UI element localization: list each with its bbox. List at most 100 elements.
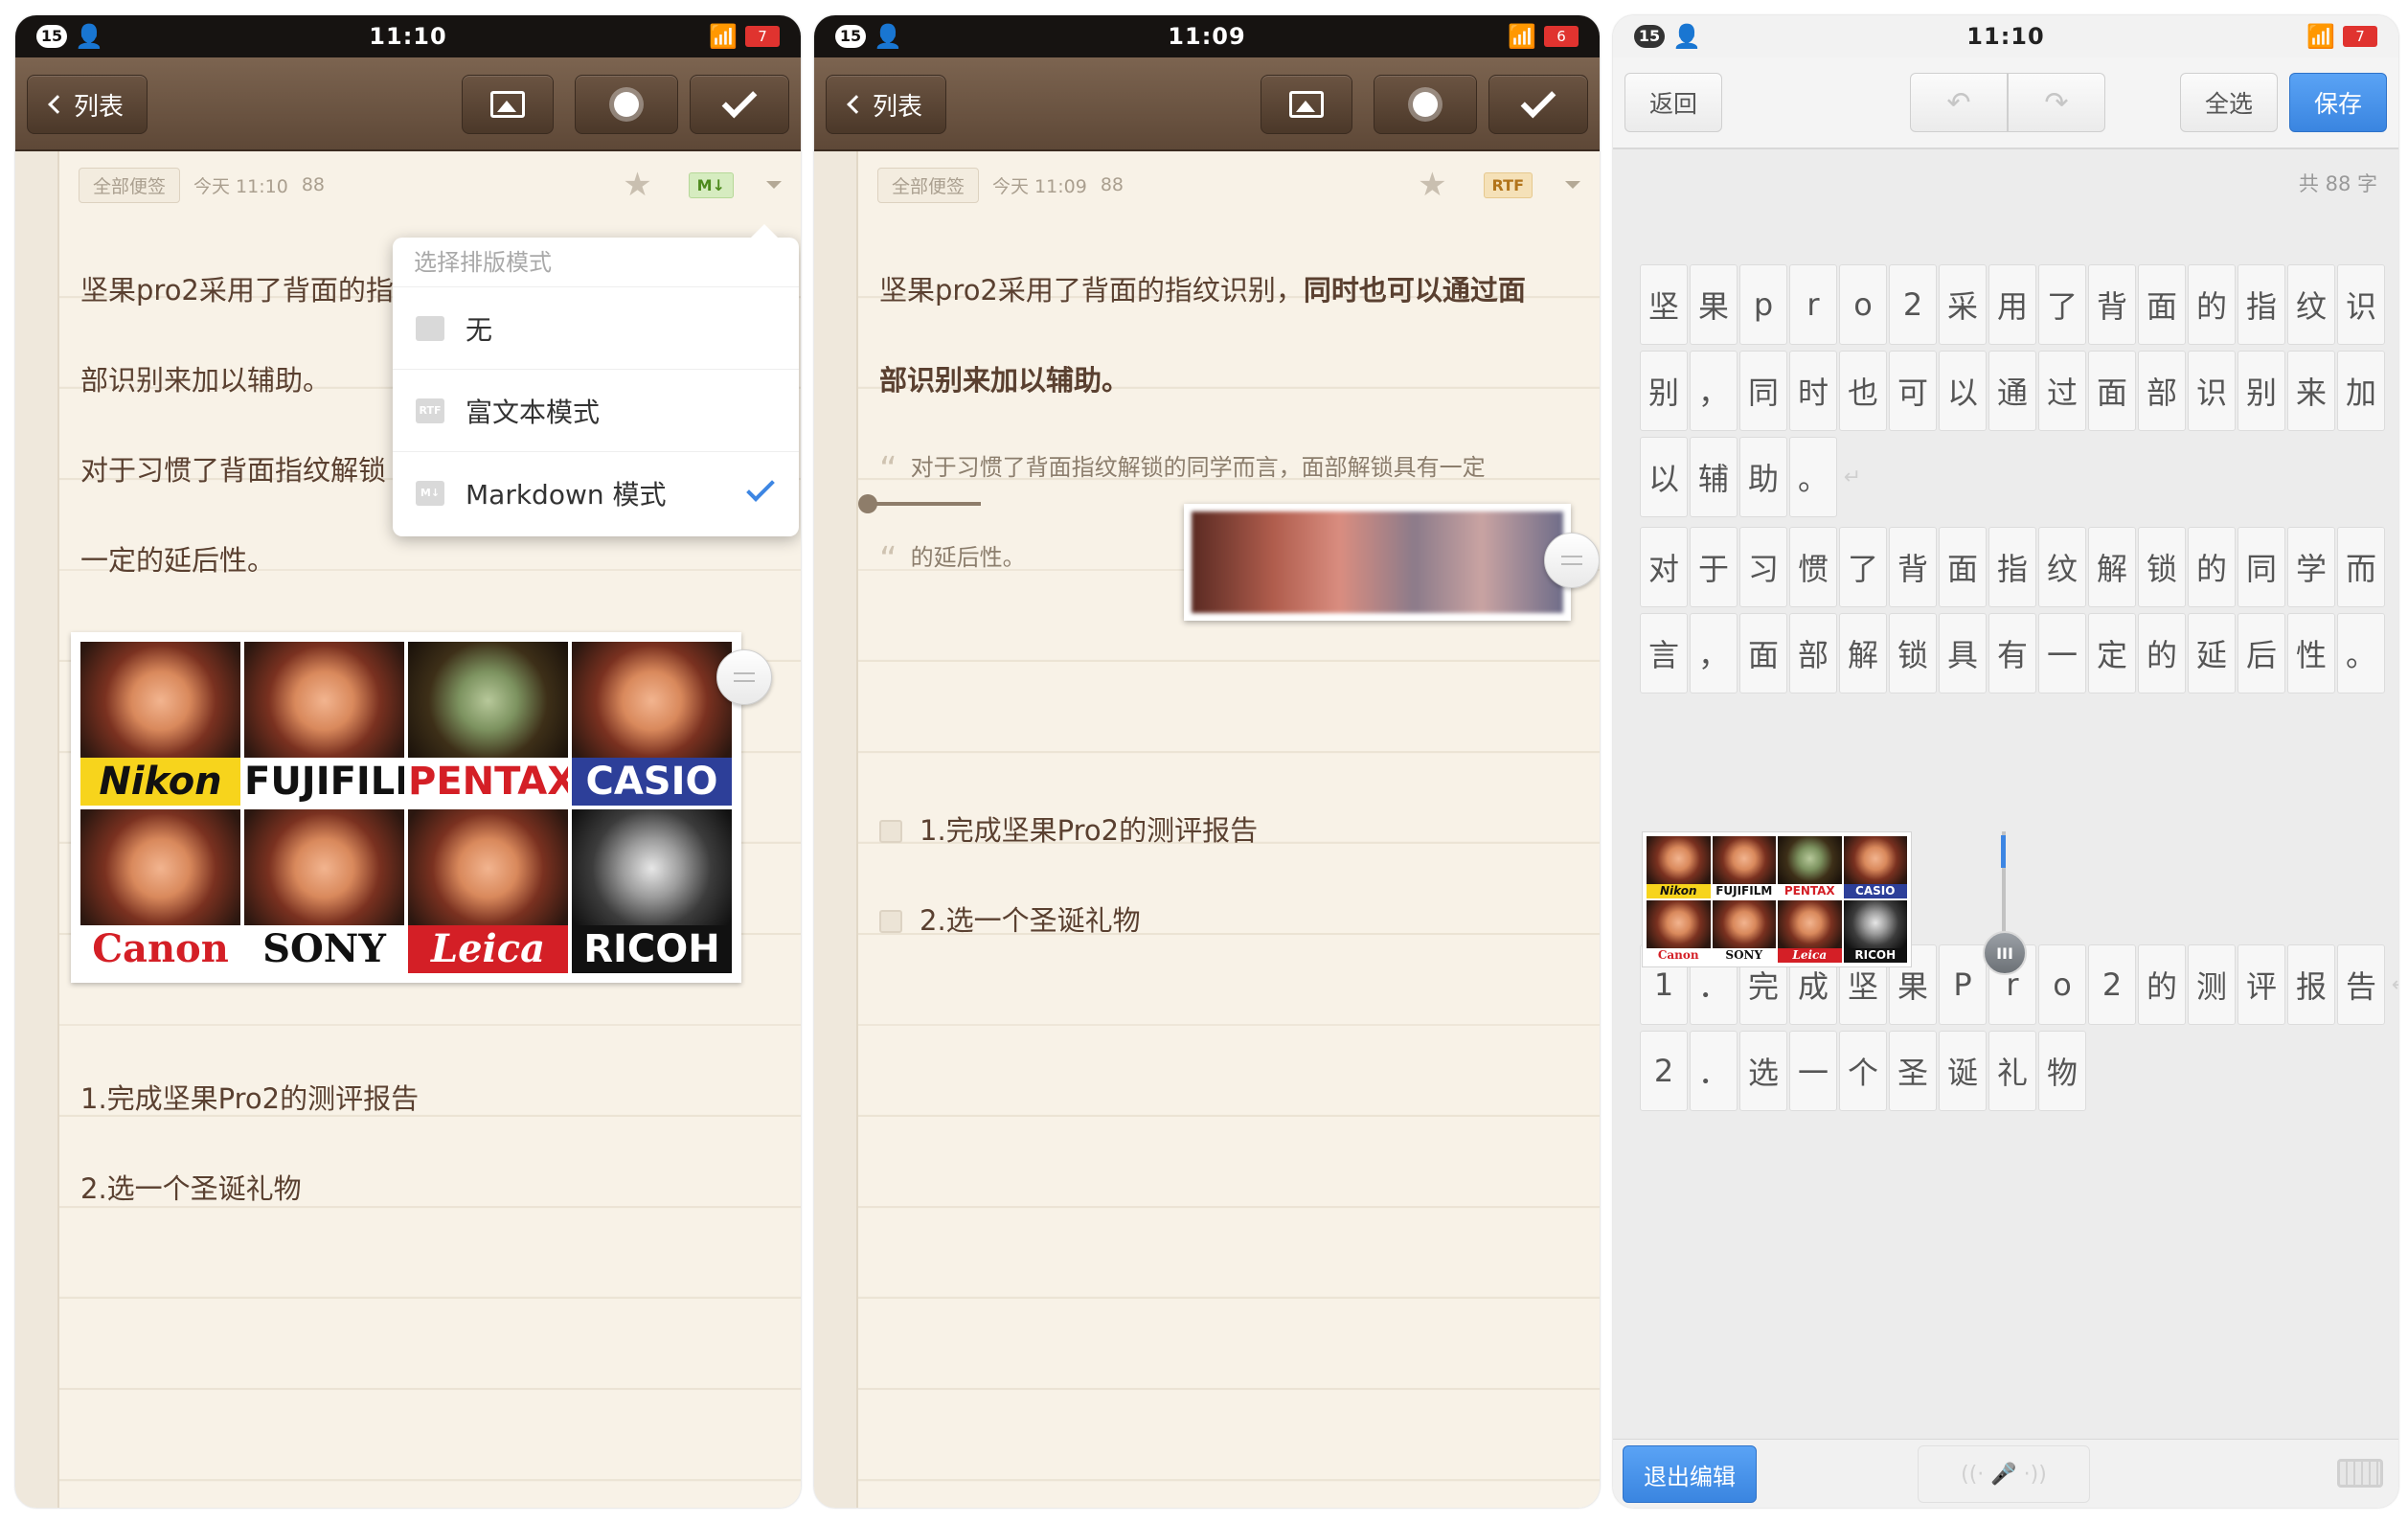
character-cell[interactable]: 别 [1640, 351, 1688, 431]
character-cell[interactable]: 诞 [1939, 1031, 1987, 1111]
camera-mascot-image[interactable]: NikonFUJIFILMPENTAXCASIO CanonSONYLeicaRI… [71, 632, 741, 983]
character-cell[interactable]: 选 [1739, 1031, 1787, 1111]
character-cell[interactable]: 过 [2038, 351, 2086, 431]
character-cell[interactable]: 礼 [1988, 1031, 2036, 1111]
character-cell[interactable]: 纹 [2287, 264, 2335, 345]
note-line[interactable]: 部识别来加以辅助。 [80, 358, 330, 398]
format-option-none[interactable]: 无 [393, 287, 799, 370]
character-cell[interactable]: r [1789, 264, 1837, 345]
image-slider-handle[interactable] [858, 494, 877, 513]
character-cell[interactable]: P [1939, 944, 1987, 1025]
note-line[interactable]: 坚果pro2采用了背面的指 [80, 268, 394, 308]
character-cell[interactable]: 学 [2287, 527, 2335, 607]
select-all-button[interactable]: 全选 [2180, 73, 2278, 132]
drag-knob[interactable]: III [1983, 931, 2027, 975]
character-cell[interactable]: 而 [2337, 527, 2385, 607]
character-cell[interactable]: 惯 [1789, 527, 1837, 607]
theme-button[interactable] [575, 75, 678, 134]
star-icon[interactable]: ★ [1418, 169, 1446, 201]
character-cell[interactable]: 背 [2088, 264, 2136, 345]
character-cell[interactable]: 性 [2287, 613, 2335, 693]
format-option-markdown[interactable]: M↓ Markdown 模式 [393, 452, 799, 534]
character-cell[interactable]: 评 [2238, 944, 2285, 1025]
character-cell[interactable]: 。 [2337, 613, 2385, 693]
character-cell[interactable]: 面 [1739, 613, 1787, 693]
character-cell[interactable]: 的 [2138, 613, 2186, 693]
character-cell[interactable]: 别 [2238, 351, 2285, 431]
character-cell[interactable]: 解 [2088, 527, 2136, 607]
character-cell[interactable]: 2 [1889, 264, 1937, 345]
character-cell[interactable]: 言 [1640, 613, 1688, 693]
todo-checkbox[interactable] [879, 910, 902, 933]
todo-item[interactable]: 1.完成坚果Pro2的测评报告 [879, 808, 1258, 849]
character-cell[interactable]: 于 [1690, 527, 1738, 607]
insert-image-button[interactable] [1261, 75, 1352, 134]
list-item[interactable]: 1.完成坚果Pro2的测评报告 [80, 1077, 419, 1117]
caret-down-icon[interactable] [766, 181, 782, 189]
insert-image-button[interactable] [462, 75, 554, 134]
character-cell[interactable]: o [2038, 944, 2086, 1025]
save-button[interactable]: 保存 [2289, 73, 2387, 132]
caret-down-icon[interactable] [1565, 181, 1580, 189]
character-cell[interactable]: 通 [1988, 351, 2036, 431]
character-cell[interactable]: 告 [2337, 944, 2385, 1025]
character-cell[interactable]: 解 [1839, 613, 1887, 693]
character-cell[interactable]: ． [1690, 1031, 1738, 1111]
category-selector[interactable]: 全部便签 [877, 167, 980, 203]
character-cell[interactable]: 指 [1988, 527, 2036, 607]
character-cell[interactable]: 定 [2088, 613, 2136, 693]
redo-button[interactable]: ↷ [2008, 73, 2105, 132]
note-line-bold[interactable]: 部识别来加以辅助。 [879, 358, 1129, 398]
character-cell[interactable]: 同 [2238, 527, 2285, 607]
quote-line[interactable]: “ 对于习惯了背面指纹解锁的同学而言，面部解锁具有一定 [879, 448, 1486, 489]
character-cell[interactable]: 的 [2138, 944, 2186, 1025]
note-line[interactable]: 一定的延后性。 [80, 538, 275, 579]
format-badge[interactable]: M↓ [688, 171, 734, 198]
character-cell[interactable]: 的 [2188, 264, 2236, 345]
character-cell[interactable]: 来 [2287, 351, 2335, 431]
back-to-list-button[interactable]: 列表 [826, 75, 946, 134]
character-cell[interactable]: 了 [2038, 264, 2086, 345]
newline-icon[interactable]: ↵ [2387, 944, 2398, 1025]
character-cell[interactable]: ， [1690, 351, 1738, 431]
character-cell[interactable]: 纹 [2038, 527, 2086, 607]
character-cell[interactable]: 2 [1640, 1031, 1688, 1111]
newline-icon[interactable]: ↵ [1839, 437, 1866, 517]
character-cell[interactable]: 面 [1939, 527, 1987, 607]
done-button[interactable] [690, 75, 789, 134]
microphone-button[interactable]: ((· 🎤 ·)) [1918, 1445, 2090, 1503]
keyboard-icon[interactable] [2337, 1459, 2383, 1488]
character-cell[interactable]: 。 [1789, 437, 1837, 517]
character-cell[interactable]: 辅 [1690, 437, 1738, 517]
character-cell[interactable]: 物 [2038, 1031, 2086, 1111]
character-cell[interactable]: 用 [1988, 264, 2036, 345]
character-cell[interactable]: 报 [2287, 944, 2335, 1025]
character-cell[interactable]: 面 [2138, 264, 2186, 345]
undo-button[interactable]: ↶ [1910, 73, 2008, 132]
character-cell[interactable]: 采 [1939, 264, 1987, 345]
character-cell[interactable]: 对 [1640, 527, 1688, 607]
character-cell[interactable]: 锁 [1889, 613, 1937, 693]
character-cell[interactable]: 了 [1839, 527, 1887, 607]
category-selector[interactable]: 全部便签 [79, 167, 181, 203]
back-button[interactable]: 返回 [1624, 73, 1722, 132]
character-cell[interactable]: 可 [1889, 351, 1937, 431]
note-line[interactable]: 坚果pro2采用了背面的指纹识别，同时也可以通过面 [879, 268, 1526, 308]
character-cell[interactable]: 以 [1939, 351, 1987, 431]
image-thumbnail[interactable]: Nikon FUJIFILM PENTAX CASIO Canon SONY Leica RI… [1642, 831, 1912, 967]
character-cell[interactable]: 识 [2188, 351, 2236, 431]
character-cell[interactable]: 一 [1789, 1031, 1837, 1111]
character-cell[interactable]: 坚 [1640, 264, 1688, 345]
character-cell[interactable]: 加 [2337, 351, 2385, 431]
image-resize-handle[interactable] [1544, 533, 1600, 588]
quote-line[interactable]: “ 的延后性。 [879, 538, 1026, 580]
character-cell[interactable]: 具 [1939, 613, 1987, 693]
character-cell[interactable]: 个 [1839, 1031, 1887, 1111]
character-cell[interactable]: 部 [1789, 613, 1837, 693]
character-cell[interactable]: 的 [2188, 527, 2236, 607]
image-resize-handle[interactable] [716, 649, 772, 705]
star-icon[interactable]: ★ [623, 169, 651, 201]
character-cell[interactable]: 延 [2188, 613, 2236, 693]
character-cell[interactable]: 圣 [1889, 1031, 1937, 1111]
character-cell[interactable]: 时 [1789, 351, 1837, 431]
